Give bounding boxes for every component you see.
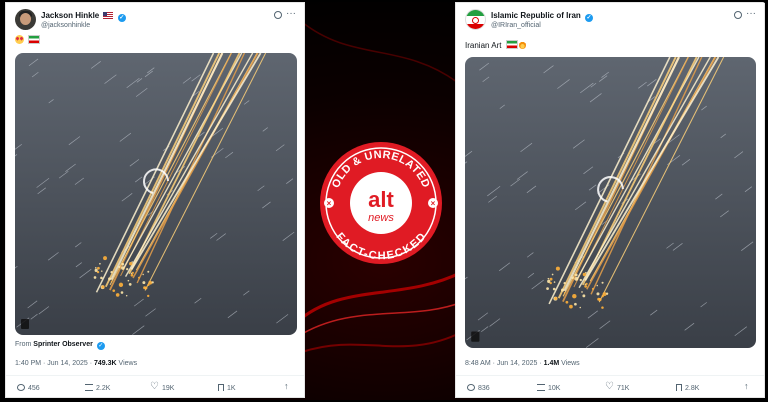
grok-icon[interactable] (274, 11, 282, 19)
verified-badge-icon: ✓ (117, 14, 126, 22)
avatar[interactable] (465, 9, 486, 30)
tweet-text (15, 35, 41, 45)
reply-icon (17, 384, 25, 391)
tweet-header: Jackson Hinkle ✓ @jacksonhinkle ··· (15, 8, 296, 39)
verified-badge-icon: ✓ (585, 14, 594, 22)
share-icon (744, 381, 752, 391)
bookmark-icon (218, 384, 224, 391)
iran-flag-icon (28, 35, 41, 44)
share-button[interactable] (744, 381, 755, 392)
tweet-text: Iranian Art (465, 40, 526, 50)
reply-icon (467, 384, 475, 391)
author-handle[interactable]: @IRIran_official (491, 22, 541, 29)
media-source: From Sprinter Observer ✓ (15, 341, 105, 350)
tweet-header: Islamic Republic of Iran ✓ @IRIran_offic… (465, 8, 756, 39)
reply-button[interactable]: 836 (467, 384, 490, 392)
like-button[interactable]: 71K (605, 381, 629, 392)
missile-streaks-video-frame (15, 53, 297, 335)
author-name[interactable]: Islamic Republic of Iran (491, 11, 581, 20)
bookmark-icon (676, 384, 682, 391)
iran-flag-icon (505, 40, 518, 49)
repost-icon (85, 384, 93, 391)
verified-badge-icon: ✓ (96, 342, 105, 350)
tweet-timestamp: 1:40 PM · Jun 14, 2025 · 749.3K Views (15, 360, 138, 367)
share-icon (284, 381, 292, 391)
repost-button[interactable]: 2.2K (85, 384, 110, 392)
svg-text:×: × (327, 199, 332, 208)
bookmark-button[interactable]: 2.8K (676, 384, 699, 392)
author-handle[interactable]: @jacksonhinkle (41, 22, 90, 29)
repost-button[interactable]: 10K (537, 384, 560, 392)
alt-news-logo-sub: news (368, 212, 394, 224)
more-options-icon[interactable]: ··· (286, 8, 296, 19)
tweet-actions: 836 10K 71K 2.8K (456, 375, 764, 398)
like-button[interactable]: 19K (150, 381, 174, 392)
heart-icon (605, 381, 614, 392)
missile-streaks-video-frame (465, 57, 756, 348)
heart-icon (150, 381, 159, 392)
more-options-icon[interactable]: ··· (746, 8, 756, 19)
author-name[interactable]: Jackson Hinkle (41, 11, 99, 20)
svg-text:×: × (431, 199, 436, 208)
source-account-link[interactable]: Sprinter Observer (33, 341, 93, 348)
bookmark-button[interactable]: 1K (218, 384, 236, 392)
author-name-row[interactable]: Islamic Republic of Iran ✓ (491, 11, 594, 22)
tweet-timestamp: 8:48 AM · Jun 14, 2025 · 1.4M Views (465, 360, 580, 367)
video-media[interactable] (465, 57, 756, 348)
us-flag-icon (103, 12, 114, 19)
collage-frame: Jackson Hinkle ✓ @jacksonhinkle ··· From… (2, 2, 766, 400)
fire-emoji-icon (518, 40, 526, 49)
author-name-row[interactable]: Jackson Hinkle ✓ (41, 11, 126, 22)
tweet-card-right: Islamic Republic of Iran ✓ @IRIran_offic… (455, 2, 765, 398)
share-button[interactable] (284, 381, 295, 392)
avatar[interactable] (15, 9, 36, 30)
tweet-card-left: Jackson Hinkle ✓ @jacksonhinkle ··· From… (5, 2, 305, 398)
reply-button[interactable]: 456 (17, 384, 40, 392)
video-media[interactable] (15, 53, 297, 335)
repost-icon (537, 384, 545, 391)
tweet-actions: 456 2.2K 19K 1K (6, 375, 304, 398)
alt-news-fact-check-stamp: OLD & UNRELATED FACT-CHECKED × × alt new… (320, 142, 442, 264)
alt-news-logo-main: alt (368, 187, 394, 212)
heart-eyes-emoji-icon (15, 35, 24, 44)
grok-icon[interactable] (734, 11, 742, 19)
